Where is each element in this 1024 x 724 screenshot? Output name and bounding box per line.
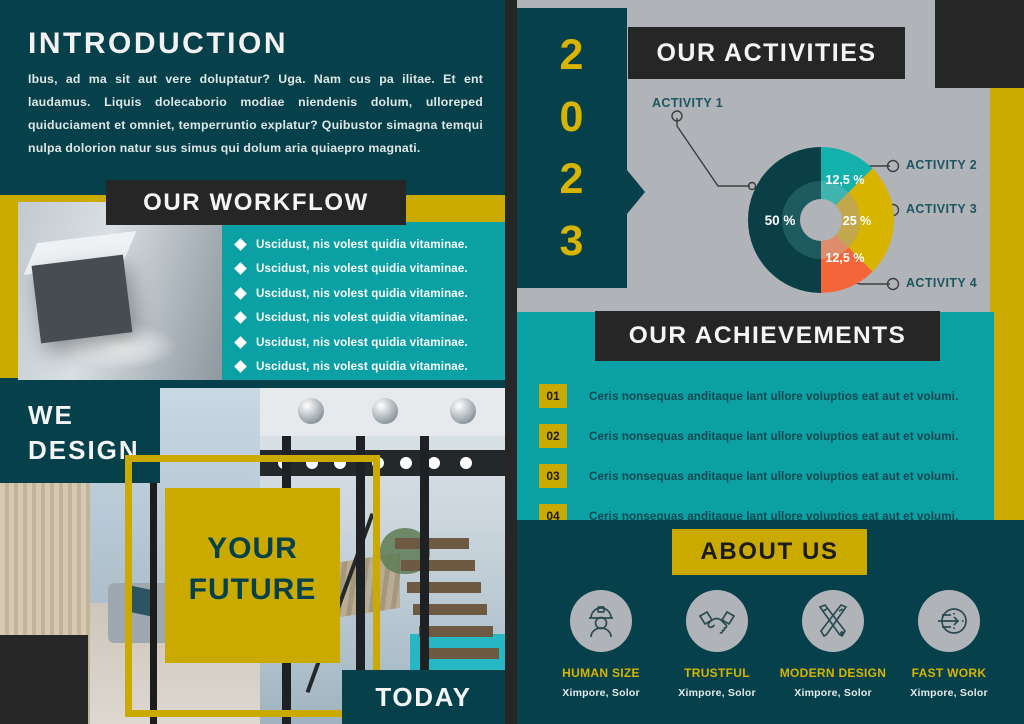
workflow-item-label: Uscidust, nis volest quidia vitaminae. bbox=[256, 262, 468, 276]
year-label: 2023 bbox=[559, 31, 585, 265]
activities-header: OUR ACTIVITIES bbox=[628, 27, 905, 79]
photo-lamp bbox=[372, 398, 398, 424]
icon-circle bbox=[570, 590, 632, 652]
about-item-sub: Ximpore, Solor bbox=[910, 687, 988, 699]
cube-photo bbox=[18, 202, 223, 380]
about-item-title: TRUSTFUL bbox=[684, 666, 750, 680]
introduction-title: INTRODUCTION bbox=[28, 27, 288, 60]
about-item-sub: Ximpore, Solor bbox=[678, 687, 756, 699]
about-item-sub: Ximpore, Solor bbox=[562, 687, 640, 699]
workflow-item-label: Uscidust, nis volest quidia vitaminae. bbox=[256, 360, 468, 374]
about-section: ABOUT US HUMAN SIZE Ximpore, Solor TRUST… bbox=[517, 520, 1024, 724]
infographic-poster: INTRODUCTION Ibus, ad ma sit aut vere do… bbox=[0, 0, 1024, 724]
black-corner-block bbox=[935, 0, 1024, 88]
today-block: TODAY bbox=[342, 670, 505, 724]
activity-4-label: ACTIVITY 4 bbox=[906, 276, 978, 290]
icon-circle bbox=[802, 590, 864, 652]
table-row: 01 Ceris nonsequas anditaque lant ullore… bbox=[539, 380, 958, 412]
about-item-trustful: TRUSTFUL Ximpore, Solor bbox=[661, 590, 773, 699]
donut-hole bbox=[800, 199, 842, 241]
we-design-line1: WE bbox=[28, 400, 74, 430]
achievements-list: 01 Ceris nonsequas anditaque lant ullore… bbox=[539, 380, 958, 540]
workflow-item-label: Uscidust, nis volest quidia vitaminae. bbox=[256, 286, 468, 300]
slice-value-1: 50 % bbox=[765, 213, 796, 228]
handshake-icon bbox=[698, 610, 736, 634]
about-item-title: MODERN DESIGN bbox=[779, 666, 887, 680]
workflow-item-label: Uscidust, nis volest quidia vitaminae. bbox=[256, 237, 468, 251]
cube-front-face bbox=[31, 254, 133, 344]
workflow-header-label: OUR WORKFLOW bbox=[143, 188, 369, 216]
workflow-panel: Uscidust, nis volest quidia vitaminae. U… bbox=[222, 222, 505, 380]
slice-value-3: 25 % bbox=[843, 214, 872, 228]
about-item-modern-design: MODERN DESIGN Ximpore, Solor bbox=[777, 590, 889, 699]
diamond-bullet-icon bbox=[234, 286, 247, 300]
diamond-bullet-icon bbox=[234, 360, 247, 374]
about-items: HUMAN SIZE Ximpore, Solor TRUSTFUL Ximpo… bbox=[545, 590, 1005, 699]
slice-value-2: 12,5 % bbox=[826, 173, 865, 187]
about-header: ABOUT US bbox=[672, 529, 867, 575]
achievement-number: 01 bbox=[539, 384, 567, 408]
list-item: Uscidust, nis volest quidia vitaminae. bbox=[234, 306, 468, 331]
activity-2-label: ACTIVITY 2 bbox=[906, 158, 978, 172]
introduction-section: INTRODUCTION Ibus, ad ma sit aut vere do… bbox=[0, 0, 505, 195]
workflow-item-label: Uscidust, nis volest quidia vitaminae. bbox=[256, 335, 468, 349]
achievement-text: Ceris nonsequas anditaque lant ullore vo… bbox=[589, 389, 959, 403]
list-item: Uscidust, nis volest quidia vitaminae. bbox=[234, 232, 468, 257]
activities-donut-chart: 50 % 12,5 % 25 % 12,5 % ACTIVITY 1 ACTIV… bbox=[628, 88, 1024, 308]
pencil-ruler-icon bbox=[818, 603, 848, 638]
about-item-fast-work: FAST WORK Ximpore, Solor bbox=[893, 590, 1005, 699]
column-divider bbox=[505, 0, 517, 724]
we-design-line2: DESIGN bbox=[28, 435, 140, 465]
workflow-list: Uscidust, nis volest quidia vitaminae. U… bbox=[234, 232, 468, 380]
achievements-header-label: OUR ACHIEVEMENTS bbox=[628, 322, 907, 349]
achievements-header: OUR ACHIEVEMENTS bbox=[595, 311, 940, 361]
diamond-bullet-icon bbox=[234, 262, 247, 276]
slice-value-4: 12,5 % bbox=[826, 251, 865, 265]
icon-circle bbox=[918, 590, 980, 652]
fast-clock-icon bbox=[938, 608, 967, 634]
your-future-line1: YOUR bbox=[207, 532, 298, 565]
achievement-text: Ceris nonsequas anditaque lant ullore vo… bbox=[589, 429, 959, 443]
workflow-item-label: Uscidust, nis volest quidia vitaminae. bbox=[256, 311, 468, 325]
workflow-header: OUR WORKFLOW bbox=[106, 180, 406, 225]
about-item-title: HUMAN SIZE bbox=[562, 666, 640, 680]
achievement-text: Ceris nonsequas anditaque lant ullore vo… bbox=[589, 469, 959, 483]
achievement-number: 03 bbox=[539, 464, 567, 488]
list-item: Uscidust, nis volest quidia vitaminae. bbox=[234, 355, 468, 380]
diamond-bullet-icon bbox=[234, 237, 247, 251]
achievement-number: 02 bbox=[539, 424, 567, 448]
introduction-body: Ibus, ad ma sit aut vere doluptatur? Uga… bbox=[28, 72, 483, 155]
table-row: 02 Ceris nonsequas anditaque lant ullore… bbox=[539, 420, 958, 452]
photo-staircase bbox=[395, 538, 505, 688]
your-future-card: YOUR FUTURE bbox=[165, 488, 340, 663]
about-header-label: ABOUT US bbox=[700, 538, 839, 565]
left-column: INTRODUCTION Ibus, ad ma sit aut vere do… bbox=[0, 0, 505, 724]
table-row: 03 Ceris nonsequas anditaque lant ullore… bbox=[539, 460, 958, 492]
list-item: Uscidust, nis volest quidia vitaminae. bbox=[234, 281, 468, 306]
right-column: 2023 OUR ACTIVITIES 50 % 12,5 % 25 % 12,… bbox=[517, 0, 1024, 724]
about-item-title: FAST WORK bbox=[911, 666, 987, 680]
today-label: TODAY bbox=[375, 681, 472, 712]
photo-lamp bbox=[298, 398, 324, 424]
dark-corner-block bbox=[0, 635, 88, 724]
activity-1-label: ACTIVITY 1 bbox=[652, 96, 724, 110]
icon-circle bbox=[686, 590, 748, 652]
about-item-sub: Ximpore, Solor bbox=[794, 687, 872, 699]
about-item-human-size: HUMAN SIZE Ximpore, Solor bbox=[545, 590, 657, 699]
donut-svg: 50 % 12,5 % 25 % 12,5 % bbox=[671, 110, 900, 293]
your-future-line2: FUTURE bbox=[188, 573, 317, 606]
diamond-bullet-icon bbox=[234, 335, 247, 349]
year-block: 2023 bbox=[517, 8, 627, 288]
list-item: Uscidust, nis volest quidia vitaminae. bbox=[234, 330, 468, 355]
list-item: Uscidust, nis volest quidia vitaminae. bbox=[234, 257, 468, 282]
activities-header-label: OUR ACTIVITIES bbox=[656, 38, 877, 67]
worker-helmet-icon bbox=[589, 606, 613, 638]
photo-lamp bbox=[450, 398, 476, 424]
activity-3-label: ACTIVITY 3 bbox=[906, 202, 978, 216]
diamond-bullet-icon bbox=[234, 311, 247, 325]
